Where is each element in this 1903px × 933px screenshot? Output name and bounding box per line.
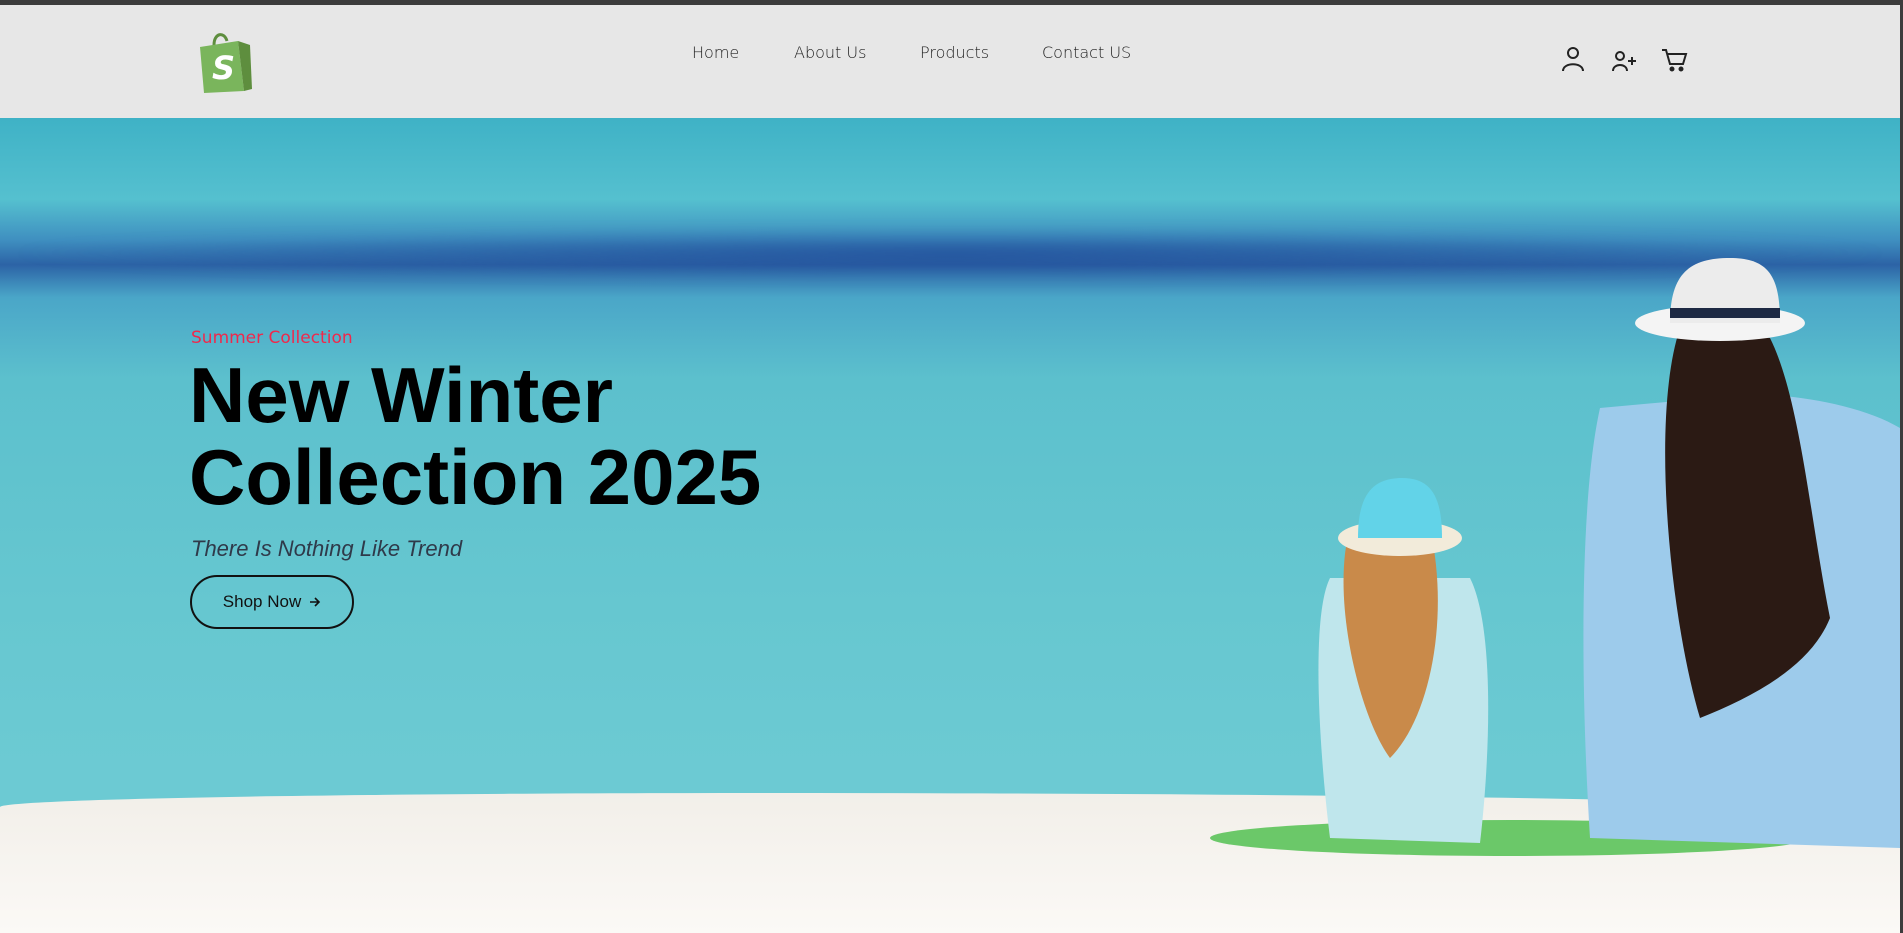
shop-now-label: Shop Now [222, 592, 302, 611]
site-header: S Home About Us Products Contact US [0, 5, 1900, 118]
cart-icon[interactable] [1661, 48, 1688, 76]
page: S Home About Us Products Contact US Summ… [0, 5, 1900, 933]
hero-photo-people [1210, 258, 1900, 856]
arrow-right-icon [309, 592, 321, 612]
nav-products[interactable]: Products [920, 43, 989, 62]
hero-title-line1: New Winter [189, 351, 614, 439]
hero-eyebrow: Summer Collection [191, 328, 353, 348]
nav-contact-us[interactable]: Contact US [1042, 43, 1131, 62]
hero-banner: Summer Collection New Winter Collection … [0, 118, 1900, 933]
hero-title: New Winter Collection 2025 [189, 354, 761, 518]
svg-text:S: S [212, 49, 235, 87]
nav-home[interactable]: Home [692, 43, 739, 62]
user-plus-icon[interactable] [1611, 50, 1637, 76]
hero-subtitle: There Is Nothing Like Trend [191, 536, 463, 561]
shop-now-button[interactable]: Shop Now [190, 575, 354, 629]
shopify-bag-icon[interactable]: S [194, 29, 256, 95]
hero-title-line2: Collection 2025 [189, 433, 762, 521]
nav-about-us[interactable]: About Us [794, 43, 866, 62]
user-icon[interactable] [1561, 46, 1585, 76]
